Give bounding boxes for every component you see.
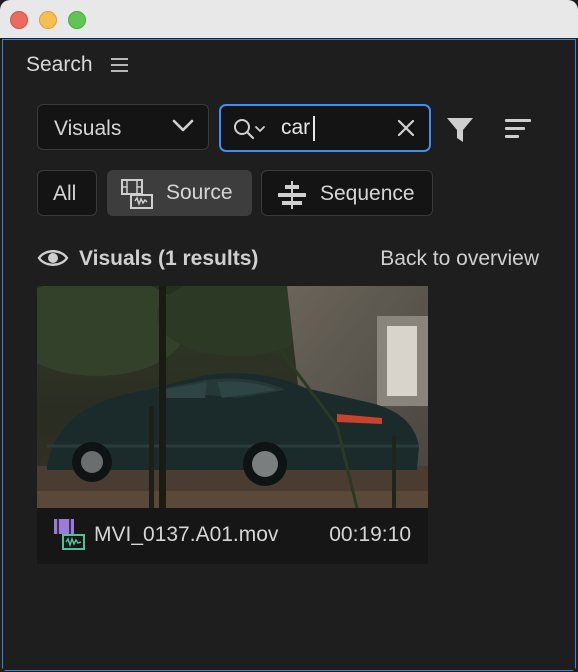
close-window-button[interactable] <box>10 11 28 29</box>
chip-source[interactable]: Source <box>107 170 252 216</box>
clear-icon[interactable] <box>397 119 415 137</box>
search-box <box>219 104 431 152</box>
scope-dropdown[interactable]: Visuals <box>37 104 209 150</box>
hamburger-menu-icon[interactable] <box>111 58 128 72</box>
back-to-overview-link[interactable]: Back to overview <box>380 247 539 271</box>
result-card[interactable]: MVI_0137.A01.mov 00:19:10 <box>37 286 428 564</box>
clip-duration: 00:19:10 <box>329 523 411 546</box>
chip-all[interactable]: All <box>37 170 97 216</box>
funnel-icon[interactable] <box>445 116 475 144</box>
search-input[interactable] <box>281 115 391 141</box>
results-header: Visuals (1 results) Back to overview <box>37 244 539 276</box>
app-window: Search Visuals car All Source Sequence V… <box>0 0 578 672</box>
text-caret <box>313 116 315 141</box>
results-title: Visuals (1 results) <box>79 247 259 270</box>
chevron-down-icon <box>172 119 194 132</box>
search-options-icon[interactable] <box>233 118 269 140</box>
scope-dropdown-value: Visuals <box>54 117 122 140</box>
source-clip-icon <box>121 179 153 209</box>
video-audio-clip-icon <box>54 519 85 550</box>
chip-all-label: All <box>53 182 77 205</box>
title-bar <box>0 0 578 38</box>
panel-title: Search <box>26 53 93 76</box>
clip-thumbnail <box>37 286 428 508</box>
chip-sequence-label: Sequence <box>320 182 415 205</box>
chip-source-label: Source <box>166 181 233 204</box>
chip-sequence[interactable]: Sequence <box>261 170 433 216</box>
minimize-window-button[interactable] <box>39 11 57 29</box>
sequence-icon <box>278 181 306 209</box>
search-panel: Search Visuals car All Source Sequence V… <box>2 39 576 671</box>
zoom-window-button[interactable] <box>68 11 86 29</box>
eye-icon <box>37 250 69 266</box>
clip-file-name: MVI_0137.A01.mov <box>94 523 279 546</box>
sort-lines-icon[interactable] <box>505 118 531 140</box>
result-card-footer: MVI_0137.A01.mov 00:19:10 <box>37 508 428 564</box>
